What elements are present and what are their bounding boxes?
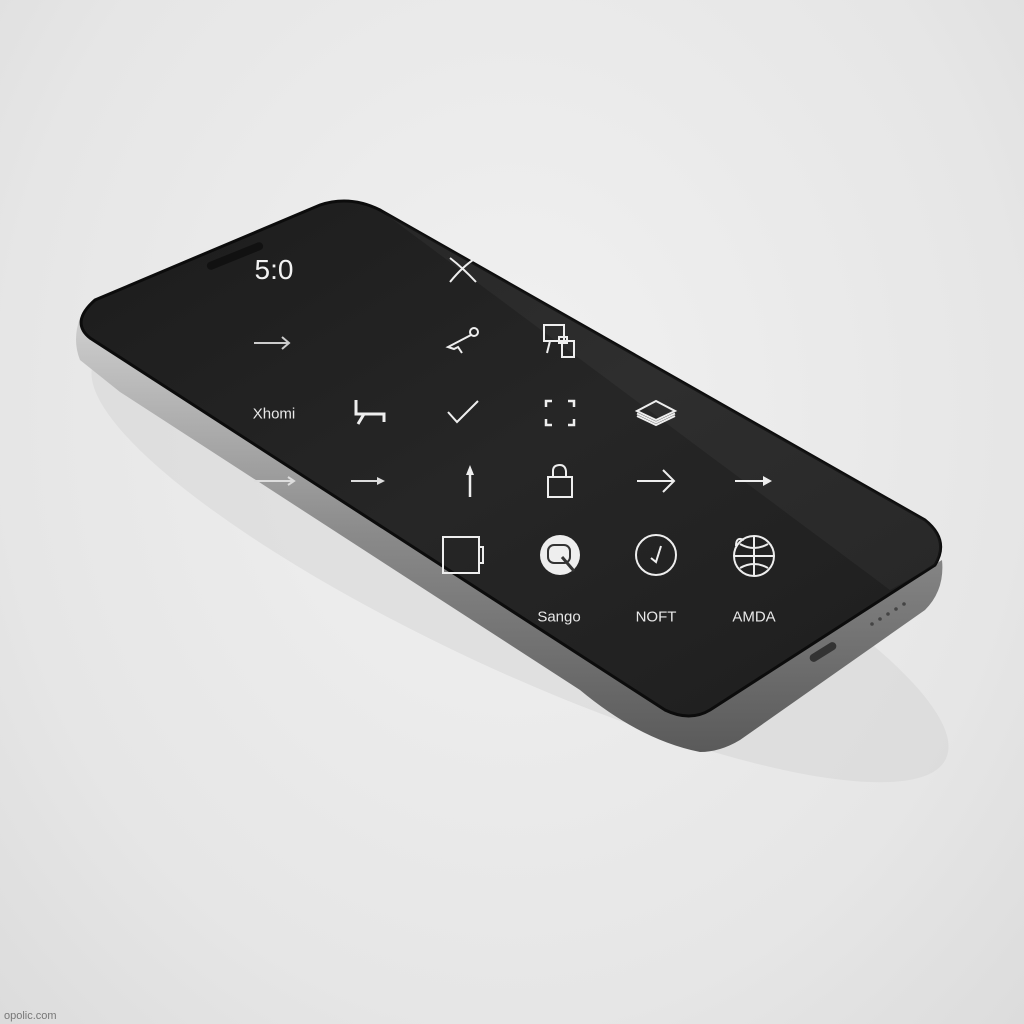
checkmark-icon[interactable]: [445, 398, 481, 426]
focus-brackets-icon[interactable]: [544, 398, 576, 428]
document-stack-icon[interactable]: [542, 323, 578, 361]
globe-icon[interactable]: [730, 532, 776, 578]
phone: [76, 199, 949, 783]
app-label-amda[interactable]: AMDA: [732, 609, 775, 626]
arrow-right-icon[interactable]: [252, 475, 296, 487]
clock-time: 5:0: [254, 254, 294, 285]
arrow-right-small-icon[interactable]: [733, 475, 773, 487]
arrow-right-icon[interactable]: [635, 467, 677, 495]
arrow-up-icon[interactable]: [464, 463, 476, 499]
bed-icon[interactable]: [352, 398, 388, 426]
lock-icon[interactable]: [545, 463, 575, 499]
close-x-icon[interactable]: [446, 256, 480, 284]
watermark: opolic.com: [4, 1010, 57, 1022]
key-icon[interactable]: [444, 325, 482, 355]
app-label-sango[interactable]: Sango: [537, 609, 580, 626]
app-label-noft[interactable]: NOFT: [636, 609, 677, 626]
arrow-right-small-icon[interactable]: [349, 475, 387, 487]
xhomi-label: Xhomi: [252, 405, 296, 423]
battery-square-icon[interactable]: [441, 535, 485, 575]
arrow-right-icon[interactable]: [252, 335, 292, 351]
layers-icon[interactable]: [634, 398, 678, 428]
search-app-icon[interactable]: [538, 533, 582, 577]
clock-icon[interactable]: [633, 532, 679, 578]
